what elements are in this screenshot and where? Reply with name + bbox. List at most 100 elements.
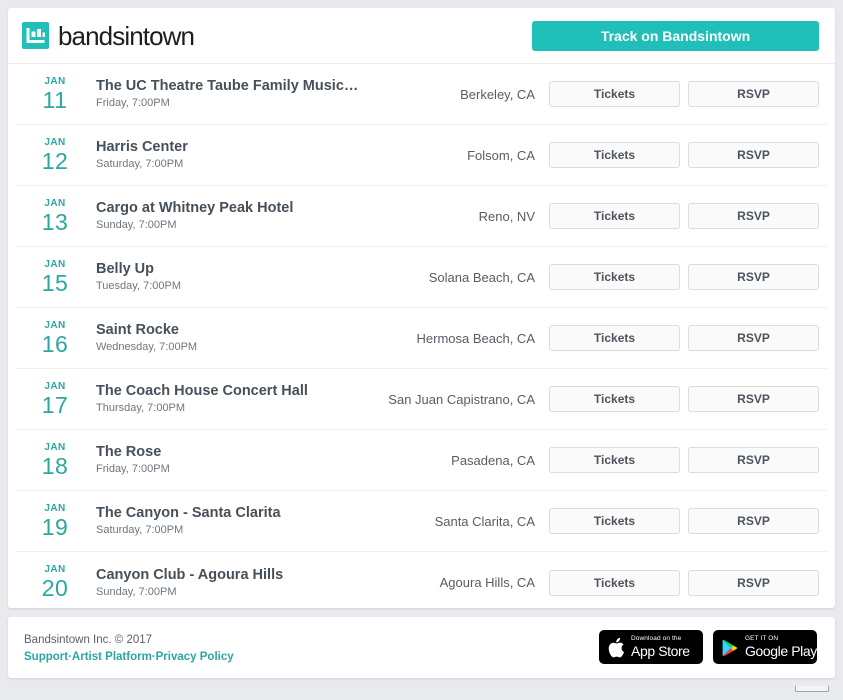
event-row[interactable]: JAN11The UC Theatre Taube Family Music H… bbox=[16, 64, 827, 125]
event-date-month: JAN bbox=[22, 199, 88, 209]
footer-link-support[interactable]: Support bbox=[24, 651, 68, 663]
event-venue-name: Belly Up bbox=[96, 260, 359, 278]
event-date: JAN17 bbox=[22, 382, 88, 417]
event-date: JAN12 bbox=[22, 138, 88, 173]
event-venue-cell[interactable]: Harris CenterSaturday, 7:00PM bbox=[88, 138, 359, 171]
tickets-button[interactable]: Tickets bbox=[549, 447, 680, 473]
event-date-day: 17 bbox=[22, 394, 88, 417]
event-actions: Tickets RSVP bbox=[549, 264, 819, 290]
event-venue-cell[interactable]: The RoseFriday, 7:00PM bbox=[88, 443, 359, 476]
event-date-month: JAN bbox=[22, 260, 88, 270]
rsvp-button[interactable]: RSVP bbox=[688, 447, 819, 473]
event-row[interactable]: JAN12Harris CenterSaturday, 7:00PMFolsom… bbox=[16, 125, 827, 186]
event-row[interactable]: JAN 20Canyon Club - Agoura HillsSunday, 7… bbox=[16, 552, 827, 608]
event-date: JAN 13 bbox=[22, 199, 88, 234]
event-venue-name: The UC Theatre Taube Family Music Hall bbox=[96, 77, 359, 95]
event-actions: Tickets RSVP bbox=[549, 386, 819, 412]
event-venue-cell[interactable]: The Canyon - Santa ClaritaSaturday, 7:00… bbox=[88, 504, 359, 537]
bandsintown-logo-icon bbox=[22, 22, 49, 49]
event-date: JAN15 bbox=[22, 260, 88, 295]
event-venue-name: Saint Rocke bbox=[96, 321, 359, 339]
rsvp-button[interactable]: RSVP bbox=[688, 508, 819, 534]
event-venue-cell[interactable]: The UC Theatre Taube Family Music Hall Fr… bbox=[88, 77, 359, 110]
event-datetime: Thursday, 7:00PM bbox=[96, 402, 359, 415]
event-location: Santa Clarita, CA bbox=[359, 514, 549, 529]
event-date-month: JAN bbox=[22, 321, 88, 331]
track-on-bandsintown-button[interactable]: Track on Bandsintown bbox=[532, 21, 819, 51]
event-row[interactable]: JAN17The Coach House Concert HallThursda… bbox=[16, 369, 827, 430]
event-row[interactable]: JAN15Belly UpTuesday, 7:00PMSolana Beach… bbox=[16, 247, 827, 308]
rsvp-button[interactable]: RSVP bbox=[688, 570, 819, 596]
event-date-day: 18 bbox=[22, 455, 88, 478]
event-date-month: JAN bbox=[22, 138, 88, 148]
event-date-day: 16 bbox=[22, 333, 88, 356]
page-root: bandsintown Track on Bandsintown JAN11Th… bbox=[0, 0, 843, 700]
event-location: Berkeley, CA bbox=[359, 87, 549, 102]
footer-link-privacy-policy[interactable]: Privacy Policy bbox=[156, 651, 234, 663]
event-row[interactable]: JAN18The RoseFriday, 7:00PMPasadena, CAT… bbox=[16, 430, 827, 491]
page-bottom-cutoff-content bbox=[14, 686, 829, 692]
app-store-badge-text: Download on the App Store bbox=[631, 636, 690, 659]
copyright-text: Bandsintown Inc. © 2017 bbox=[24, 632, 234, 649]
event-datetime: Saturday, 7:00PM bbox=[96, 524, 359, 537]
tickets-button[interactable]: Tickets bbox=[549, 325, 680, 351]
event-datetime: Friday, 7:00PM bbox=[96, 463, 359, 476]
tickets-button[interactable]: Tickets bbox=[549, 142, 680, 168]
tickets-button[interactable]: Tickets bbox=[549, 264, 680, 290]
app-store-badge-big: App Store bbox=[631, 644, 690, 659]
app-store-badge[interactable]: Download on the App Store bbox=[599, 630, 703, 664]
event-actions: Tickets RSVP bbox=[549, 447, 819, 473]
event-venue-cell[interactable]: Canyon Club - Agoura HillsSunday, 7:00PM bbox=[88, 566, 359, 599]
event-list: JAN11The UC Theatre Taube Family Music H… bbox=[8, 64, 835, 608]
event-date-month: JAN bbox=[22, 504, 88, 514]
event-date: JAN18 bbox=[22, 443, 88, 478]
rsvp-button[interactable]: RSVP bbox=[688, 386, 819, 412]
tickets-button[interactable]: Tickets bbox=[549, 508, 680, 534]
google-play-badge[interactable]: GET IT ON Google Play bbox=[713, 630, 817, 664]
event-venue-cell[interactable]: Cargo at Whitney Peak HotelSunday, 7:00P… bbox=[88, 199, 359, 232]
event-row[interactable]: JAN 13Cargo at Whitney Peak HotelSunday, … bbox=[16, 186, 827, 247]
event-location: San Juan Capistrano, CA bbox=[359, 392, 549, 407]
event-location: Agoura Hills, CA bbox=[359, 575, 549, 590]
event-venue-name: Harris Center bbox=[96, 138, 359, 156]
event-location: Pasadena, CA bbox=[359, 453, 549, 468]
event-date-month: JAN bbox=[22, 565, 88, 575]
event-date-day: 11 bbox=[22, 89, 88, 112]
event-location: Solana Beach, CA bbox=[359, 270, 549, 285]
rsvp-button[interactable]: RSVP bbox=[688, 325, 819, 351]
rsvp-button[interactable]: RSVP bbox=[688, 142, 819, 168]
brand[interactable]: bandsintown bbox=[22, 22, 194, 49]
google-play-badge-text: GET IT ON Google Play bbox=[745, 636, 817, 659]
tickets-button[interactable]: Tickets bbox=[549, 203, 680, 229]
page-bottom-cutoff-bar bbox=[8, 686, 835, 700]
footer-links: Support·Artist Platform·Privacy Policy bbox=[24, 651, 234, 663]
event-actions: Tickets RSVP bbox=[549, 325, 819, 351]
event-location: Hermosa Beach, CA bbox=[359, 331, 549, 346]
rsvp-button[interactable]: RSVP bbox=[688, 264, 819, 290]
apple-logo-icon bbox=[608, 637, 625, 658]
google-play-icon bbox=[722, 638, 739, 657]
event-row[interactable]: JAN 16Saint RockeWednesday, 7:00PMHermosa… bbox=[16, 308, 827, 369]
event-actions: Tickets RSVP bbox=[549, 81, 819, 107]
tickets-button[interactable]: Tickets bbox=[549, 386, 680, 412]
cutoff-control-box[interactable] bbox=[795, 686, 829, 692]
events-card: bandsintown Track on Bandsintown JAN11Th… bbox=[8, 8, 835, 608]
app-badges: Download on the App Store GET IT ON Goog… bbox=[599, 630, 817, 664]
event-actions: Tickets RSVP bbox=[549, 570, 819, 596]
footer-link-artist-platform[interactable]: Artist Platform bbox=[72, 651, 152, 663]
event-venue-name: Canyon Club - Agoura Hills bbox=[96, 566, 359, 584]
event-datetime: Friday, 7:00PM bbox=[96, 97, 359, 110]
event-date-day: 20 bbox=[22, 577, 88, 600]
tickets-button[interactable]: Tickets bbox=[549, 81, 680, 107]
event-row[interactable]: JAN19The Canyon - Santa ClaritaSaturday,… bbox=[16, 491, 827, 552]
rsvp-button[interactable]: RSVP bbox=[688, 203, 819, 229]
event-venue-cell[interactable]: Saint RockeWednesday, 7:00PM bbox=[88, 321, 359, 354]
rsvp-button[interactable]: RSVP bbox=[688, 81, 819, 107]
event-venue-cell[interactable]: The Coach House Concert HallThursday, 7:… bbox=[88, 382, 359, 415]
app-store-badge-small: Download on the bbox=[631, 636, 690, 643]
event-venue-cell[interactable]: Belly UpTuesday, 7:00PM bbox=[88, 260, 359, 293]
tickets-button[interactable]: Tickets bbox=[549, 570, 680, 596]
event-date: JAN 20 bbox=[22, 565, 88, 600]
event-actions: Tickets RSVP bbox=[549, 142, 819, 168]
event-date-day: 13 bbox=[22, 211, 88, 234]
